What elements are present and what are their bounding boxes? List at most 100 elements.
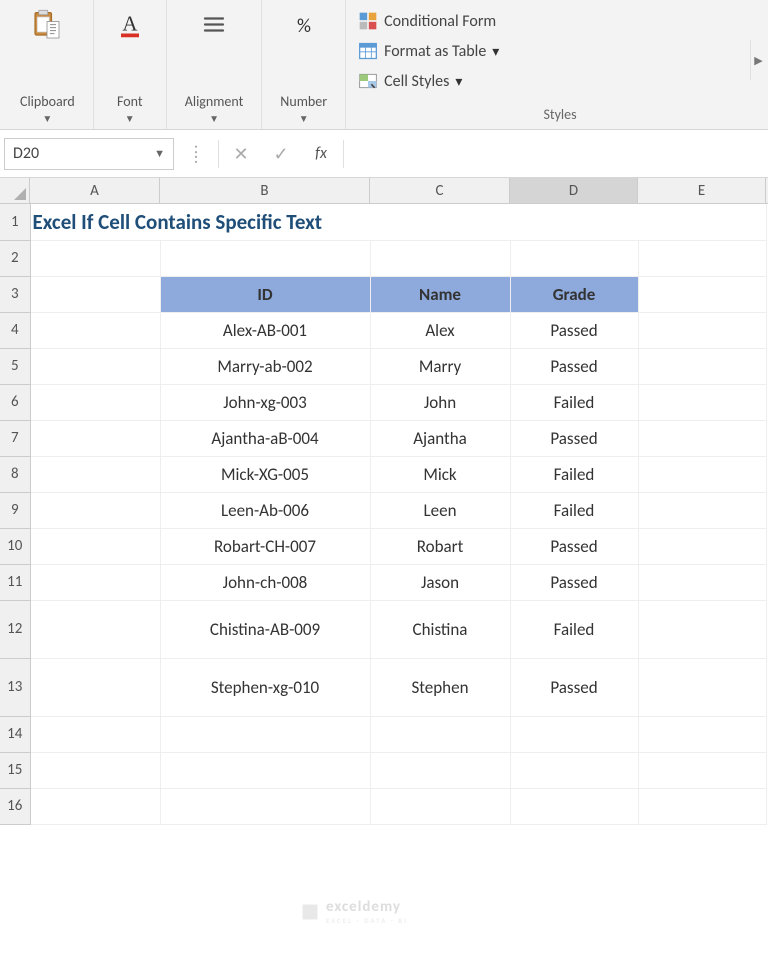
cell-A1[interactable]: Excel If Cell Contains Specific Text (30, 204, 766, 240)
conditional-formatting-button[interactable]: Conditional Form (354, 6, 766, 36)
name-box-dropdown-icon[interactable]: ▼ (154, 147, 165, 160)
cell-A5[interactable] (30, 348, 160, 384)
table-cell[interactable]: Jason (370, 564, 510, 600)
row-header-12[interactable]: 12 (0, 600, 30, 658)
dropdown-icon[interactable]: ▼ (209, 113, 219, 125)
table-cell[interactable]: Alex (370, 312, 510, 348)
functions-dropdown[interactable]: ⁞ (178, 138, 214, 170)
col-header-C[interactable]: C (370, 178, 510, 203)
font-button[interactable]: A (112, 8, 148, 44)
cell-styles-button[interactable]: Cell Styles ▾ (354, 66, 766, 96)
cell-E12[interactable] (638, 600, 766, 658)
row-header-4[interactable]: 4 (0, 312, 30, 348)
table-cell[interactable]: Marry-ab-002 (160, 348, 370, 384)
cell-A15[interactable] (30, 752, 160, 788)
table-header-grade[interactable]: Grade (510, 276, 638, 312)
table-cell[interactable]: Failed (510, 600, 638, 658)
select-all-corner[interactable] (0, 178, 30, 204)
cell-E7[interactable] (638, 420, 766, 456)
fx-button[interactable]: fx (303, 138, 339, 170)
cell-D15[interactable] (510, 752, 638, 788)
number-button[interactable]: % (286, 8, 322, 44)
table-cell[interactable]: John-xg-003 (160, 384, 370, 420)
cell-A16[interactable] (30, 788, 160, 824)
row-header-15[interactable]: 15 (0, 752, 30, 788)
table-cell[interactable]: Mick-XG-005 (160, 456, 370, 492)
table-cell[interactable]: Passed (510, 658, 638, 716)
table-cell[interactable]: Robart (370, 528, 510, 564)
cell-A8[interactable] (30, 456, 160, 492)
col-header-B[interactable]: B (160, 178, 370, 203)
dropdown-icon[interactable]: ▼ (299, 113, 309, 125)
col-header-E[interactable]: E (638, 178, 766, 203)
alignment-button[interactable] (196, 8, 232, 44)
table-header-name[interactable]: Name (370, 276, 510, 312)
row-header-5[interactable]: 5 (0, 348, 30, 384)
table-cell[interactable]: Passed (510, 564, 638, 600)
table-cell[interactable]: Chistina (370, 600, 510, 658)
cell-C2[interactable] (370, 240, 510, 276)
cell-B14[interactable] (160, 716, 370, 752)
cell-D16[interactable] (510, 788, 638, 824)
cell-E13[interactable] (638, 658, 766, 716)
table-cell[interactable]: Leen (370, 492, 510, 528)
col-header-D[interactable]: D (510, 178, 638, 203)
ribbon-expand-button[interactable]: ▶ (750, 40, 766, 80)
cell-E5[interactable] (638, 348, 766, 384)
table-cell[interactable]: Passed (510, 420, 638, 456)
table-cell[interactable]: Failed (510, 384, 638, 420)
formula-input[interactable] (348, 138, 764, 170)
table-cell[interactable]: Failed (510, 456, 638, 492)
cell-C16[interactable] (370, 788, 510, 824)
row-header-8[interactable]: 8 (0, 456, 30, 492)
cell-E3[interactable] (638, 276, 766, 312)
row-header-13[interactable]: 13 (0, 658, 30, 716)
cell-A10[interactable] (30, 528, 160, 564)
cell-E2[interactable] (638, 240, 766, 276)
row-header-14[interactable]: 14 (0, 716, 30, 752)
table-cell[interactable]: John-ch-008 (160, 564, 370, 600)
dropdown-icon[interactable]: ▼ (125, 113, 135, 125)
cell-B15[interactable] (160, 752, 370, 788)
table-cell[interactable]: Marry (370, 348, 510, 384)
table-cell[interactable]: Ajantha (370, 420, 510, 456)
cell-A13[interactable] (30, 658, 160, 716)
table-header-id[interactable]: ID (160, 276, 370, 312)
cell-A4[interactable] (30, 312, 160, 348)
row-header-10[interactable]: 10 (0, 528, 30, 564)
dropdown-icon[interactable]: ▼ (42, 113, 52, 125)
table-cell[interactable]: John (370, 384, 510, 420)
table-cell[interactable]: Robart-CH-007 (160, 528, 370, 564)
table-cell[interactable]: Chistina-AB-009 (160, 600, 370, 658)
cell-A9[interactable] (30, 492, 160, 528)
cell-E4[interactable] (638, 312, 766, 348)
format-as-table-button[interactable]: Format as Table ▾ (354, 36, 766, 66)
row-header-3[interactable]: 3 (0, 276, 30, 312)
table-cell[interactable]: Passed (510, 312, 638, 348)
cell-B2[interactable] (160, 240, 370, 276)
cell-E14[interactable] (638, 716, 766, 752)
row-header-2[interactable]: 2 (0, 240, 30, 276)
cell-E16[interactable] (638, 788, 766, 824)
col-header-A[interactable]: A (30, 178, 160, 203)
cell-E9[interactable] (638, 492, 766, 528)
table-cell[interactable]: Passed (510, 348, 638, 384)
row-header-11[interactable]: 11 (0, 564, 30, 600)
table-cell[interactable]: Passed (510, 528, 638, 564)
cell-E15[interactable] (638, 752, 766, 788)
cell-E6[interactable] (638, 384, 766, 420)
cell-C15[interactable] (370, 752, 510, 788)
table-cell[interactable]: Ajantha-aB-004 (160, 420, 370, 456)
table-cell[interactable]: Stephen-xg-010 (160, 658, 370, 716)
cell-A6[interactable] (30, 384, 160, 420)
cell-B16[interactable] (160, 788, 370, 824)
cell-A14[interactable] (30, 716, 160, 752)
table-cell[interactable]: Mick (370, 456, 510, 492)
cancel-button[interactable]: ✕ (223, 138, 259, 170)
table-cell[interactable]: Leen-Ab-006 (160, 492, 370, 528)
table-cell[interactable]: Stephen (370, 658, 510, 716)
cell-A3[interactable] (30, 276, 160, 312)
cell-C14[interactable] (370, 716, 510, 752)
table-cell[interactable]: Alex-AB-001 (160, 312, 370, 348)
cell-A2[interactable] (30, 240, 160, 276)
